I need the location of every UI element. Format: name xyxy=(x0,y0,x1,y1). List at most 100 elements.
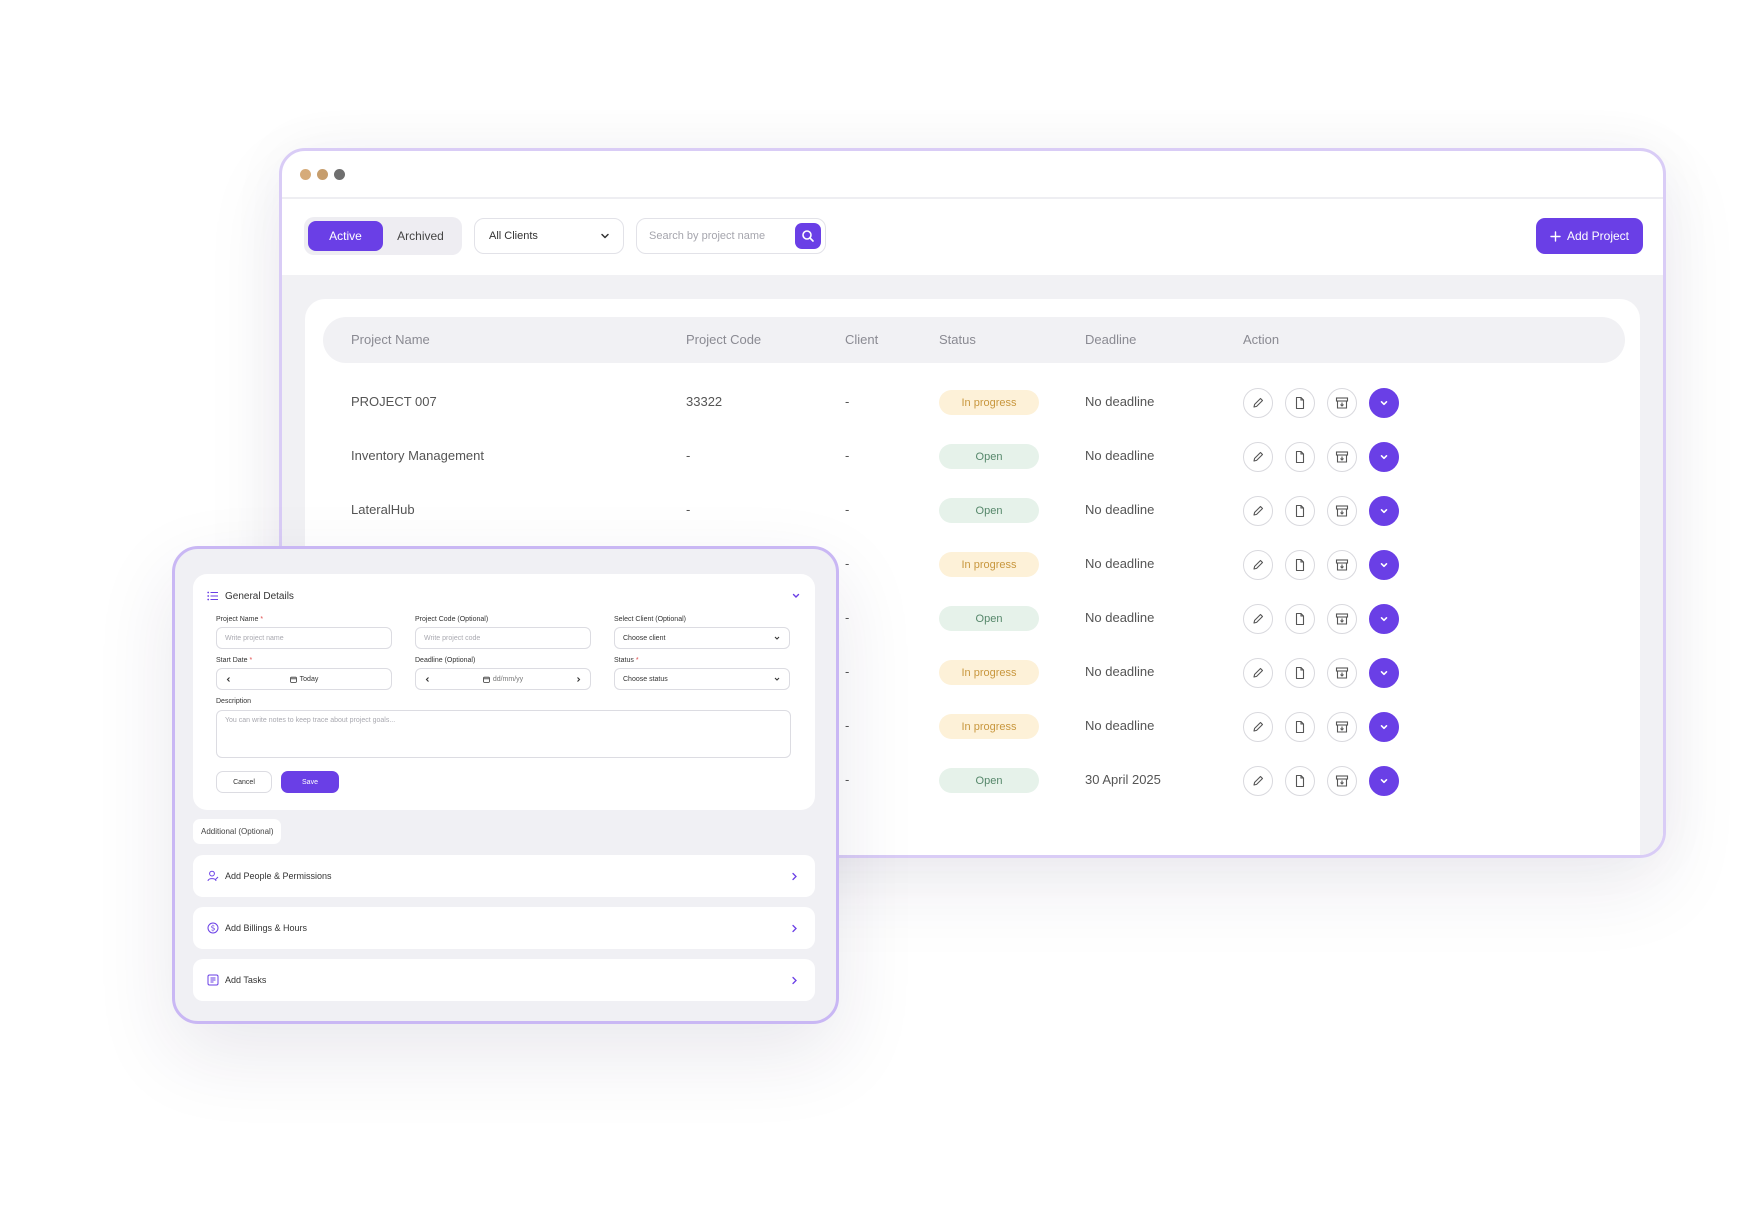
search-icon xyxy=(802,230,814,242)
row-actions xyxy=(1243,388,1399,418)
document-icon xyxy=(1293,720,1307,734)
chevron-right-icon[interactable] xyxy=(575,676,582,683)
window-dot-maximize[interactable] xyxy=(334,168,345,180)
chevron-left-icon[interactable] xyxy=(225,676,232,683)
row-actions xyxy=(1243,442,1399,472)
expand-button[interactable] xyxy=(1369,604,1399,634)
cell-deadline: No deadline xyxy=(1085,610,1155,625)
cell-deadline: No deadline xyxy=(1085,664,1155,679)
status-badge: In progress xyxy=(939,552,1039,577)
document-icon xyxy=(1293,504,1307,518)
search-button[interactable] xyxy=(795,223,821,249)
calendar-icon xyxy=(289,676,297,683)
chevron-right-icon xyxy=(792,976,797,984)
add-project-button[interactable]: Add Project xyxy=(1535,218,1643,254)
archive-icon xyxy=(1335,450,1349,464)
archive-button[interactable] xyxy=(1327,442,1357,472)
tab-active[interactable]: Active xyxy=(308,221,383,251)
archive-button[interactable] xyxy=(1327,658,1357,688)
cell-deadline: No deadline xyxy=(1085,718,1155,733)
archive-button[interactable] xyxy=(1327,550,1357,580)
cancel-button[interactable]: Cancel xyxy=(216,771,272,793)
header-status: Status xyxy=(939,332,976,347)
select-client-label: Select Client (Optional) xyxy=(614,616,686,623)
edit-button[interactable] xyxy=(1243,658,1273,688)
save-button[interactable]: Save xyxy=(281,771,339,793)
archive-icon xyxy=(1335,396,1349,410)
document-button[interactable] xyxy=(1285,712,1315,742)
edit-icon xyxy=(1251,666,1265,680)
edit-button[interactable] xyxy=(1243,496,1273,526)
document-button[interactable] xyxy=(1285,388,1315,418)
window-titlebar xyxy=(282,151,1663,199)
list-icon xyxy=(207,591,218,601)
expand-button[interactable] xyxy=(1369,388,1399,418)
cell-client: - xyxy=(845,610,850,625)
dollar-icon: $ xyxy=(207,922,219,934)
document-button[interactable] xyxy=(1285,442,1315,472)
project-name-input[interactable]: Write project name xyxy=(216,627,392,649)
edit-button[interactable] xyxy=(1243,388,1273,418)
table-row[interactable]: LateralHub - - Open No deadline xyxy=(323,488,1625,532)
expand-button[interactable] xyxy=(1369,496,1399,526)
expand-button[interactable] xyxy=(1369,442,1399,472)
client-select[interactable]: Choose client xyxy=(614,627,790,649)
edit-button[interactable] xyxy=(1243,550,1273,580)
expand-button[interactable] xyxy=(1369,766,1399,796)
table-row[interactable]: Inventory Management - - Open No deadline xyxy=(323,434,1625,478)
expand-button[interactable] xyxy=(1369,550,1399,580)
add-tasks-section[interactable]: Add Tasks xyxy=(193,959,815,1001)
deadline-picker[interactable]: dd/mm/yy xyxy=(415,668,591,690)
expand-icon xyxy=(1378,667,1390,679)
document-icon xyxy=(1293,612,1307,626)
edit-button[interactable] xyxy=(1243,766,1273,796)
add-billings-label: Add Billings & Hours xyxy=(225,923,308,933)
edit-icon xyxy=(1251,396,1265,410)
stage: Active Archived All Clients Add Project xyxy=(0,0,1752,1225)
document-button[interactable] xyxy=(1285,550,1315,580)
add-people-permissions-section[interactable]: Add People & Permissions xyxy=(193,855,815,897)
edit-button[interactable] xyxy=(1243,604,1273,634)
expand-button[interactable] xyxy=(1369,712,1399,742)
search-input[interactable] xyxy=(649,230,789,242)
archive-button[interactable] xyxy=(1327,496,1357,526)
cell-deadline: No deadline xyxy=(1085,394,1155,409)
cell-client: - xyxy=(845,772,850,787)
table-row[interactable]: PROJECT 007 33322 - In progress No deadline xyxy=(323,380,1625,424)
edit-button[interactable] xyxy=(1243,712,1273,742)
client-filter-select[interactable]: All Clients xyxy=(474,218,624,254)
archive-button[interactable] xyxy=(1327,766,1357,796)
edit-button[interactable] xyxy=(1243,442,1273,472)
chevron-down-icon xyxy=(774,636,780,640)
project-form-panel: General Details Project Name * Project C… xyxy=(172,546,839,1024)
document-icon xyxy=(1293,666,1307,680)
archive-button[interactable] xyxy=(1327,388,1357,418)
add-billings-hours-section[interactable]: $ Add Billings & Hours xyxy=(193,907,815,949)
status-badge: In progress xyxy=(939,660,1039,685)
edit-icon xyxy=(1251,720,1265,734)
document-button[interactable] xyxy=(1285,766,1315,796)
general-details-header[interactable]: General Details xyxy=(207,588,801,604)
archive-button[interactable] xyxy=(1327,712,1357,742)
edit-icon xyxy=(1251,504,1265,518)
chevron-right-icon xyxy=(792,872,797,880)
document-button[interactable] xyxy=(1285,496,1315,526)
project-code-input[interactable]: Write project code xyxy=(415,627,591,649)
status-select[interactable]: Choose status xyxy=(614,668,790,690)
cell-project-code: - xyxy=(686,448,691,463)
start-date-value: Today xyxy=(299,675,319,683)
required-mark: * xyxy=(249,657,253,664)
expand-button[interactable] xyxy=(1369,658,1399,688)
archive-button[interactable] xyxy=(1327,604,1357,634)
tab-archived[interactable]: Archived xyxy=(383,221,458,251)
description-textarea[interactable]: You can write notes to keep trace about … xyxy=(216,710,791,758)
window-dot-minimize[interactable] xyxy=(317,168,328,180)
document-button[interactable] xyxy=(1285,658,1315,688)
edit-icon xyxy=(1251,450,1265,464)
archive-icon xyxy=(1335,612,1349,626)
document-button[interactable] xyxy=(1285,604,1315,634)
start-date-picker[interactable]: Today xyxy=(216,668,392,690)
window-dot-close[interactable] xyxy=(300,168,311,180)
project-code-label: Project Code (Optional) xyxy=(415,616,489,623)
chevron-left-icon[interactable] xyxy=(424,676,431,683)
